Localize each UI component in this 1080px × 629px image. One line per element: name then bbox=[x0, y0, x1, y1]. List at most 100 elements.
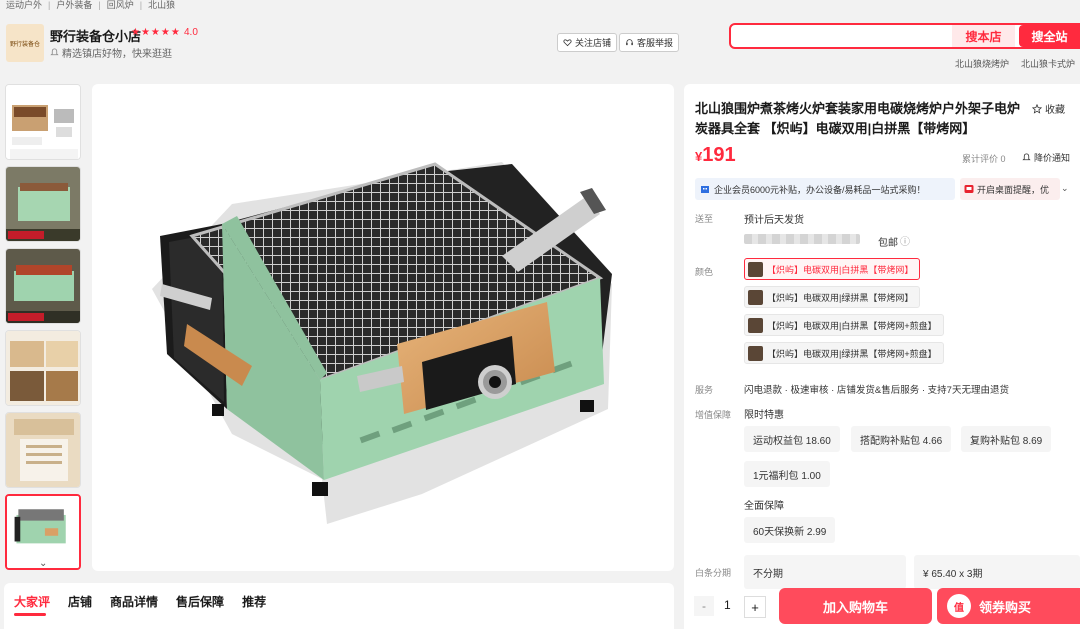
review-count[interactable]: 累计评价 0 bbox=[962, 152, 1006, 165]
tab-after-sales[interactable]: 售后保障 bbox=[176, 583, 233, 629]
color-swatch bbox=[748, 261, 763, 277]
hot-search-words: 北山狼烧烤炉 北山狼卡式炉 bbox=[955, 57, 1075, 70]
breadcrumb-item[interactable]: 运动户外 bbox=[6, 0, 42, 10]
installment-option[interactable]: 不分期 bbox=[744, 555, 906, 589]
price-drop-notify-button[interactable]: 降价通知 bbox=[1022, 151, 1070, 164]
desktop-reminder-text: 开启桌面提醒，优 bbox=[977, 184, 1050, 195]
thumbnail[interactable] bbox=[5, 412, 81, 488]
service-label: 服务 bbox=[695, 385, 714, 395]
thumbnail[interactable] bbox=[5, 166, 81, 242]
price: ¥191 bbox=[695, 144, 736, 167]
service-text: 闪电退款 · 极速审核 · 店铺发货&售后服务 · 支持7天无理由退货 bbox=[744, 385, 1009, 396]
breadcrumb-item[interactable]: 户外装备 bbox=[56, 0, 92, 10]
deal-badge-icon: 值 bbox=[947, 594, 971, 618]
guarantee-chip[interactable]: 搭配购补贴包 4.66 bbox=[851, 426, 952, 452]
heart-icon bbox=[563, 39, 572, 47]
color-label: 颜色 bbox=[695, 267, 714, 277]
thumbnail-list: ⌄ bbox=[4, 84, 82, 571]
bell-icon bbox=[1022, 153, 1031, 161]
thumbnail[interactable] bbox=[5, 84, 81, 160]
enterprise-promo-text: 企业会员6000元补贴，办公设备/易耗品一站式采购！ bbox=[714, 184, 926, 195]
enterprise-promo-banner[interactable]: 企业会员6000元补贴，办公设备/易耗品一站式采购！ bbox=[695, 178, 955, 200]
delivery-address[interactable] bbox=[744, 234, 860, 244]
bell-icon bbox=[50, 48, 59, 56]
breadcrumb-separator: | bbox=[48, 0, 51, 10]
installment-option[interactable]: ¥ 65.40 x 3期 bbox=[914, 555, 1080, 589]
color-swatch bbox=[748, 289, 763, 305]
breadcrumb-separator: | bbox=[139, 0, 143, 10]
search-all-button[interactable]: 搜全站 bbox=[1019, 25, 1080, 47]
shop-logo[interactable]: 野行装备仓 bbox=[6, 24, 44, 62]
shop-name[interactable]: 野行装备仓小店 bbox=[50, 26, 141, 45]
quantity-value[interactable]: 1 bbox=[724, 598, 731, 612]
thumbnail[interactable] bbox=[5, 248, 81, 324]
color-option[interactable]: 【炽屿】电碳双用|白拼黑【带烤网+煎盘】 bbox=[744, 314, 944, 336]
guarantee-chip[interactable]: 运动权益包 18.60 bbox=[744, 426, 840, 452]
shop-description-text: 精选镇店好物，快来逛逛 bbox=[62, 49, 172, 60]
favorite-label: 收藏 bbox=[1045, 105, 1065, 116]
shop-description: 精选镇店好物，快来逛逛 bbox=[50, 45, 172, 60]
buy-with-coupon-button[interactable]: 值 领券购买 bbox=[937, 588, 1080, 624]
product-title: 北山狼围炉煮茶烤火炉套装家用电碳烧烤炉户外架子电炉炭器具全套 【炽屿】电碳双用|… bbox=[695, 101, 1021, 136]
quantity-decrease-button[interactable]: - bbox=[694, 596, 714, 616]
star-outline-icon bbox=[1032, 103, 1042, 114]
breadcrumb: 运动户外 | 户外装备 | 回风炉 | 北山狼 bbox=[6, 0, 175, 10]
thumbnail-image bbox=[6, 413, 80, 487]
guarantee-chip[interactable]: 复购补贴包 8.69 bbox=[961, 426, 1052, 452]
color-option-selected[interactable]: 【炽屿】电碳双用|白拼黑【带烤网】 bbox=[744, 258, 921, 280]
follow-shop-button[interactable]: 关注店铺 bbox=[557, 33, 618, 52]
shop-rating-stars: ★★★★★ bbox=[131, 27, 181, 38]
tab-product-details[interactable]: 商品详情 bbox=[110, 583, 167, 629]
guarantee-chip[interactable]: 1元福利包 1.00 bbox=[744, 461, 830, 487]
headset-icon bbox=[626, 39, 633, 46]
color-option-label: 【炽屿】电碳双用|绿拼黑【带烤网】 bbox=[767, 292, 914, 303]
tab-reviews[interactable]: 大家评 bbox=[14, 583, 59, 629]
shop-logo-text: 野行装备仓 bbox=[9, 40, 40, 48]
thumbnail-image bbox=[6, 167, 80, 241]
color-swatch bbox=[748, 317, 763, 333]
tab-shop[interactable]: 店铺 bbox=[68, 583, 101, 629]
price-drop-notify-label: 降价通知 bbox=[1034, 153, 1071, 163]
main-product-image[interactable] bbox=[92, 84, 674, 571]
follow-shop-label: 关注店铺 bbox=[575, 38, 612, 48]
desktop-reminder-banner[interactable]: 开启桌面提醒，优 bbox=[960, 178, 1060, 200]
delivery-label: 送至 bbox=[695, 214, 714, 224]
thumbnail-image bbox=[6, 331, 80, 405]
chevron-down-icon[interactable]: ⌄ bbox=[1061, 183, 1069, 194]
guarantee-label: 增值保障 bbox=[695, 410, 732, 420]
detail-tabs: 大家评 店铺 商品详情 售后保障 推荐 bbox=[4, 583, 674, 629]
quantity-increase-button[interactable]: + bbox=[744, 596, 766, 618]
guarantee-chip[interactable]: 60天保换新 2.99 bbox=[744, 517, 836, 543]
price-value: 191 bbox=[702, 144, 736, 166]
monitor-icon bbox=[964, 185, 974, 193]
shop-rating-score: 4.0 bbox=[184, 27, 198, 38]
thumbnail-image bbox=[6, 249, 80, 323]
customer-service-button[interactable]: 客服举报 bbox=[619, 33, 680, 52]
ship-estimate: 预计后天发货 bbox=[744, 215, 804, 226]
thumbnail[interactable] bbox=[5, 330, 81, 406]
breadcrumb-item[interactable]: 回风炉 bbox=[107, 0, 134, 10]
color-option[interactable]: 【炽屿】电碳双用|绿拼黑【带烤网】 bbox=[744, 286, 921, 308]
breadcrumb-separator: | bbox=[98, 0, 101, 10]
chevron-down-icon[interactable]: ⌄ bbox=[39, 558, 47, 569]
breadcrumb-item[interactable]: 北山狼 bbox=[148, 0, 175, 10]
hot-word[interactable]: 北山狼烧烤炉 bbox=[955, 57, 1009, 70]
top-bar: 运动户外 | 户外装备 | 回风炉 | 北山狼 野行装备仓 野行装备仓小店 ★★★★★… bbox=[0, 0, 1080, 86]
customer-service-label: 客服举报 bbox=[637, 38, 674, 48]
enterprise-icon bbox=[701, 186, 709, 193]
hot-word[interactable]: 北山狼卡式炉 bbox=[1021, 57, 1075, 70]
buy-with-coupon-label: 领券购买 bbox=[979, 599, 1032, 615]
tab-recommend[interactable]: 推荐 bbox=[242, 583, 275, 629]
add-to-cart-button[interactable]: 加入购物车 bbox=[779, 588, 932, 624]
color-option[interactable]: 【炽屿】电碳双用|绿拼黑【带烤网+煎盘】 bbox=[744, 342, 944, 364]
thumbnail-image bbox=[6, 85, 80, 159]
color-swatch bbox=[748, 345, 763, 361]
color-option-label: 【炽屿】电碳双用|白拼黑【带烤网+煎盘】 bbox=[767, 320, 937, 331]
search-shop-button[interactable]: 搜本店 bbox=[952, 25, 1015, 47]
postage-text: 包邮 bbox=[878, 238, 898, 249]
color-option-label: 【炽屿】电碳双用|绿拼黑【带烤网+煎盘】 bbox=[767, 348, 937, 359]
favorite-button[interactable]: 收藏 bbox=[1032, 101, 1065, 116]
limited-offer-title: 限时特惠 bbox=[744, 410, 784, 421]
full-guarantee-title: 全面保障 bbox=[744, 501, 784, 512]
info-icon[interactable]: ⓘ bbox=[900, 233, 910, 248]
